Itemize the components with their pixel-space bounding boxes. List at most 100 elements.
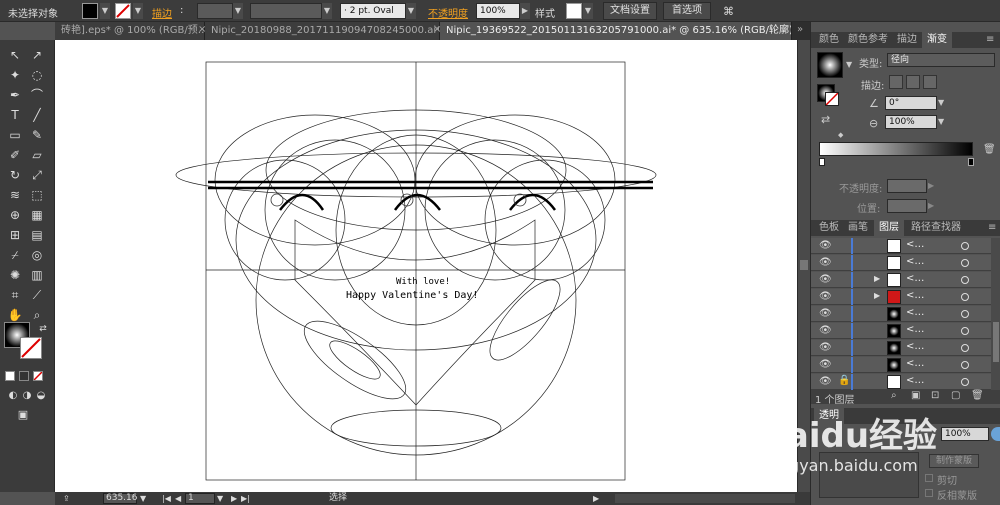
- selection-tool-icon[interactable]: ↖: [6, 46, 24, 64]
- tab-brushes[interactable]: 画笔: [843, 220, 873, 236]
- new-sublayer-icon[interactable]: ⊡: [931, 390, 939, 401]
- style-swatch[interactable]: [566, 3, 582, 19]
- target-circle-icon[interactable]: [961, 378, 969, 386]
- layer-row[interactable]: 👁 <…: [811, 255, 991, 271]
- opacity-input[interactable]: 100%: [476, 3, 520, 19]
- line-tool-icon[interactable]: ╱: [28, 106, 46, 124]
- gradient-mode-icon[interactable]: [19, 371, 29, 381]
- angle-input[interactable]: 0°: [885, 96, 937, 110]
- first-page-icon[interactable]: |◀: [162, 492, 171, 505]
- visibility-eye-icon[interactable]: 👁: [819, 257, 832, 268]
- panel-menu-icon[interactable]: ≡: [981, 32, 999, 48]
- free-transform-icon[interactable]: ⬚: [28, 186, 46, 204]
- horizontal-scrollbar[interactable]: [615, 494, 795, 503]
- target-circle-icon[interactable]: [961, 242, 969, 250]
- gradient-stop-black[interactable]: [968, 158, 974, 166]
- fill-swatch[interactable]: [82, 3, 98, 19]
- width-tool-icon[interactable]: ≋: [6, 186, 24, 204]
- curvature-tool-icon[interactable]: ⌒: [28, 86, 46, 104]
- tab-document-3[interactable]: Nipic_19369522_20150113163205791000.ai* …: [440, 22, 792, 40]
- visibility-eye-icon[interactable]: 👁: [819, 376, 832, 387]
- tab-gradient[interactable]: 渐变: [922, 32, 952, 48]
- opacity-label[interactable]: 不透明度: [428, 5, 468, 20]
- none-mode-icon[interactable]: [33, 371, 43, 381]
- color-mode-icon[interactable]: [5, 371, 15, 381]
- target-circle-icon[interactable]: [961, 276, 969, 284]
- close-icon[interactable]: ×: [198, 24, 206, 35]
- slice-tool-icon[interactable]: ⟋: [28, 286, 46, 304]
- target-circle-icon[interactable]: [961, 344, 969, 352]
- new-layer-icon[interactable]: ▢: [951, 390, 960, 401]
- angle-dropdown-icon[interactable]: ▼: [938, 98, 944, 107]
- layer-row[interactable]: 👁 <…: [811, 306, 991, 322]
- aspect-ratio-input[interactable]: 100%: [885, 115, 937, 129]
- visibility-eye-icon[interactable]: 👁: [819, 325, 832, 336]
- prev-page-icon[interactable]: ◀: [175, 492, 181, 505]
- direct-selection-tool-icon[interactable]: ↗: [28, 46, 46, 64]
- draw-inside-icon[interactable]: ◒: [32, 387, 50, 405]
- delete-layer-icon[interactable]: 🗑: [971, 390, 984, 401]
- style-arrow[interactable]: ▼: [583, 3, 593, 19]
- arrange-icon[interactable]: ⌘: [723, 5, 734, 18]
- document-setup-button[interactable]: 文档设置: [603, 2, 657, 20]
- opacity-knob[interactable]: [991, 427, 1000, 441]
- preferences-button[interactable]: 首选项: [663, 2, 711, 20]
- lock-icon[interactable]: 🔒: [838, 375, 850, 386]
- scroll-thumb[interactable]: [800, 260, 808, 270]
- tab-swatches[interactable]: 色板: [814, 220, 844, 236]
- layers-scrollbar[interactable]: [991, 238, 1000, 390]
- layer-name[interactable]: <…: [906, 341, 924, 352]
- stroke-within-icon[interactable]: [889, 75, 903, 89]
- target-circle-icon[interactable]: [961, 327, 969, 335]
- stroke-color-box[interactable]: [20, 337, 42, 359]
- pen-tool-icon[interactable]: ✒: [6, 86, 24, 104]
- magic-wand-icon[interactable]: ✦: [6, 66, 24, 84]
- scroll-thumb[interactable]: [993, 322, 999, 362]
- shape-builder-icon[interactable]: ⊕: [6, 206, 24, 224]
- close-icon[interactable]: ×: [433, 24, 441, 35]
- expand-arrow-icon[interactable]: ▶: [874, 274, 880, 283]
- artboard-tool-icon[interactable]: ⌗: [6, 286, 24, 304]
- page-field[interactable]: 1: [185, 493, 215, 504]
- layer-name[interactable]: <…: [906, 307, 924, 318]
- visibility-eye-icon[interactable]: 👁: [819, 342, 832, 353]
- zoom-field[interactable]: 635.16: [103, 493, 138, 504]
- tab-pathfinder[interactable]: 路径查找器: [906, 220, 966, 236]
- layer-name[interactable]: <…: [906, 358, 924, 369]
- layer-row[interactable]: 👁 <…: [811, 238, 991, 254]
- layer-row[interactable]: 👁 <…: [811, 340, 991, 356]
- tab-color[interactable]: 颜色: [814, 32, 844, 48]
- stroke-label[interactable]: 描边: [152, 5, 172, 20]
- lasso-icon[interactable]: ◌: [28, 66, 46, 84]
- opacity-arrow[interactable]: ▶: [520, 3, 530, 19]
- type-tool-icon[interactable]: T: [6, 106, 24, 124]
- rectangle-tool-icon[interactable]: ▭: [6, 126, 24, 144]
- tab-color-guide[interactable]: 颜色参考: [843, 32, 893, 48]
- midpoint-marker-icon[interactable]: ◆: [838, 131, 843, 139]
- last-page-icon[interactable]: ▶|: [241, 492, 250, 505]
- graph-tool-icon[interactable]: ▥: [28, 266, 46, 284]
- target-circle-icon[interactable]: [961, 259, 969, 267]
- variable-width-arrow[interactable]: ▼: [322, 3, 332, 19]
- tab-document-1[interactable]: 砖艳].eps* @ 100% (RGB/预…: [55, 22, 205, 40]
- visibility-eye-icon[interactable]: 👁: [819, 359, 832, 370]
- stroke-across-icon[interactable]: [923, 75, 937, 89]
- invert-checkbox[interactable]: [925, 489, 933, 497]
- zoom-arrow[interactable]: ▼: [140, 492, 146, 505]
- target-circle-icon[interactable]: [961, 361, 969, 369]
- layer-row[interactable]: 👁 🔒 <…: [811, 374, 991, 390]
- layer-row[interactable]: 👁 <…: [811, 323, 991, 339]
- layer-row[interactable]: 👁 <…: [811, 357, 991, 373]
- gradient-type-select[interactable]: 径向: [887, 53, 995, 67]
- status-menu-icon[interactable]: ▶: [593, 492, 599, 505]
- visibility-eye-icon[interactable]: 👁: [819, 291, 832, 302]
- layer-row[interactable]: 👁 ▶ <…: [811, 289, 991, 305]
- stroke-weight-field[interactable]: [197, 3, 233, 19]
- swap-colors-icon[interactable]: ⇄: [34, 320, 52, 338]
- locate-object-icon[interactable]: ⌕: [891, 390, 897, 401]
- clipping-mask-icon[interactable]: ▣: [911, 390, 920, 401]
- tab-document-2[interactable]: Nipic_20180988_20171119094708245000.ai*: [205, 22, 440, 40]
- delete-stop-icon[interactable]: 🗑: [983, 144, 996, 155]
- visibility-eye-icon[interactable]: 👁: [819, 240, 832, 251]
- expand-arrow-icon[interactable]: ▶: [874, 291, 880, 300]
